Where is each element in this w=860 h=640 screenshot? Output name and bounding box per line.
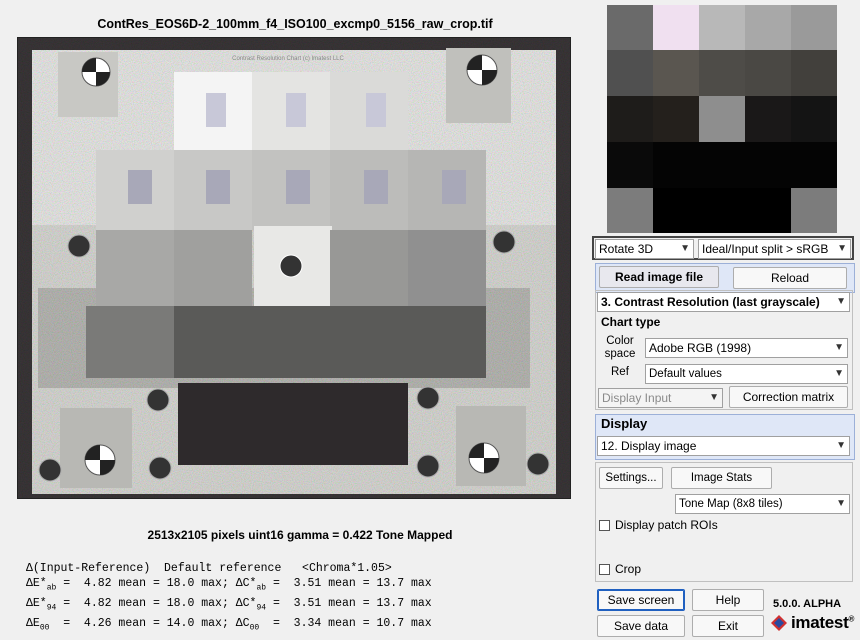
chevron-down-icon: ▼ [836,498,846,509]
stats-row-3-sub2: 00 [249,623,260,633]
patch-thumbnail [607,5,837,233]
stats-row-2-c: = 3.51 mean = 13.7 max [266,597,432,610]
correction-matrix-button[interactable]: Correction matrix [729,386,848,408]
split-select-label: Ideal/Input split > sRGB [702,242,829,256]
chart-image-svg: Contrast Resolution Chart (c) Imatest LL… [18,38,570,498]
corner-target-tl [58,52,118,117]
stats-row-1-sub2: ab [256,583,267,593]
image-title: ContRes_EOS6D-2_100mm_f4_ISO100_excmp0_5… [97,17,493,31]
stats-row-2-sub2: 94 [256,603,267,613]
help-button[interactable]: Help [692,589,764,611]
display-select-label: 12. Display image [601,439,697,453]
settings-button[interactable]: Settings... [599,467,663,489]
stats-row-1-b: = 4.82 mean = 18.0 max; ΔC* [56,577,257,590]
chevron-down-icon: ▼ [837,243,847,254]
ref-select[interactable]: Default values ▼ [645,364,848,384]
color-space-label: Color space [604,335,636,360]
corner-target-bl [60,408,132,488]
tone-map-select-label: Tone Map (8x8 tiles) [679,498,783,510]
stats-row-1-c: = 3.51 mean = 13.7 max [266,577,432,590]
split-select[interactable]: Ideal/Input split > sRGB ▼ [698,239,851,259]
corner-target-tr [446,48,511,123]
exit-button[interactable]: Exit [692,615,764,637]
stats-row-2: ΔE*94 = 4.82 mean = 18.0 max; ΔC*94 = 3.… [26,597,432,612]
display-label: Display [601,416,648,431]
chart-select-label: 3. Contrast Resolution (last grayscale) [601,295,820,309]
image-info: 2513x2105 pixels uint16 gamma = 0.422 To… [147,528,453,542]
version-label: 5.0.0. ALPHA [773,598,842,610]
imatest-logo-svg [771,615,787,631]
color-space-select[interactable]: Adobe RGB (1998) ▼ [645,338,848,358]
imatest-brand-text: imatest [791,613,849,632]
imatest-logo-icon [770,614,788,632]
stats-row-2-sub: 94 [46,603,57,613]
chevron-down-icon: ▼ [680,243,690,254]
patch-row-1 [174,72,408,150]
registered-mark: ® [848,614,855,624]
chevron-down-icon: ▼ [836,440,846,451]
display-rois-label: Display patch ROIs [615,518,718,532]
rotate-select-label: Rotate 3D [599,242,654,256]
save-screen-button[interactable]: Save screen [597,589,685,611]
display-input-select[interactable]: Display Input ▼ [598,388,723,408]
chart-watermark: Contrast Resolution Chart (c) Imatest LL… [232,56,344,62]
patch-row-2 [96,150,486,230]
patch-row-3 [67,226,516,306]
stats-row-2-a: ΔE* [26,597,47,610]
stats-row-1: ΔE*ab = 4.82 mean = 18.0 max; ΔC*ab = 3.… [26,577,432,592]
patch-thumbnail-svg [607,5,837,233]
chart-image: Contrast Resolution Chart (c) Imatest LL… [17,37,571,499]
read-image-button[interactable]: Read image file [599,266,719,288]
display-input-select-label: Display Input [602,391,672,405]
display-select[interactable]: 12. Display image ▼ [597,436,850,456]
color-space-select-label: Adobe RGB (1998) [649,341,752,355]
imatest-brand: imatest® [791,613,854,633]
stats-row-2-b: = 4.82 mean = 18.0 max; ΔC* [56,597,257,610]
tone-map-select[interactable]: Tone Map (8x8 tiles) ▼ [675,494,850,514]
stats-row-3-c: = 3.34 mean = 10.7 max [259,617,432,630]
chevron-down-icon: ▼ [834,342,844,353]
stats-row-3-b: = 4.26 mean = 14.0 max; ΔC [49,617,250,630]
patch-row-4 [86,306,486,378]
save-data-button[interactable]: Save data [597,615,685,637]
ref-label: Ref [611,366,629,378]
stats-header: Δ(Input-Reference) Default reference <Ch… [26,562,392,575]
ref-select-label: Default values [649,368,722,380]
stats-row-3-a: ΔE [26,617,40,630]
stats-row-1-sub: ab [46,583,57,593]
chart-type-label: Chart type [601,315,661,329]
stats-row-1-a: ΔE* [26,577,47,590]
rotate-select[interactable]: Rotate 3D ▼ [595,239,694,259]
stats-row-3: ΔE00 = 4.26 mean = 14.0 max; ΔC00 = 3.34… [26,617,432,632]
chevron-down-icon: ▼ [836,296,846,307]
reload-button[interactable]: Reload [733,267,847,289]
crop-label: Crop [615,562,642,576]
chart-select[interactable]: 3. Contrast Resolution (last grayscale) ▼ [597,292,850,312]
crop-checkbox[interactable] [599,564,610,575]
image-stats-button[interactable]: Image Stats [671,467,772,489]
display-rois-checkbox[interactable] [599,520,610,531]
stats-row-3-sub: 00 [39,623,50,633]
corner-target-br [456,406,526,486]
chevron-down-icon: ▼ [834,368,844,379]
chevron-down-icon: ▼ [709,392,719,403]
